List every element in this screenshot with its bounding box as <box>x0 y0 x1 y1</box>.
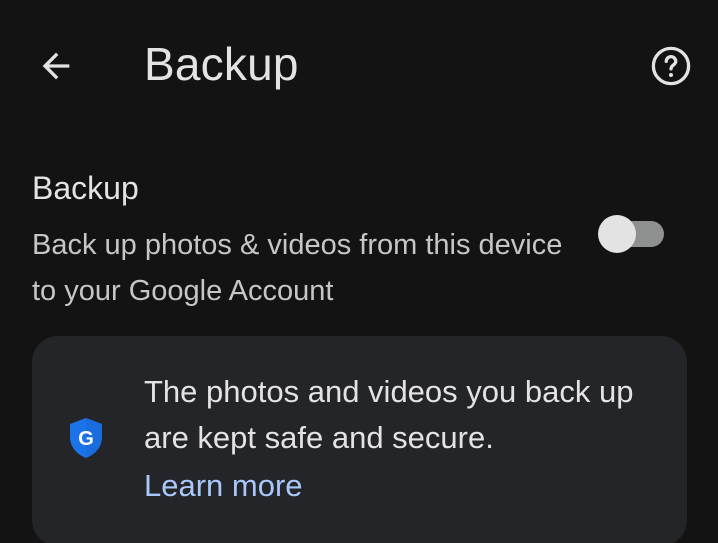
page-title: Backup <box>144 38 299 90</box>
svg-text:G: G <box>78 428 94 450</box>
backup-setting-title: Backup <box>32 170 139 206</box>
backup-setting-row[interactable]: Backup Back up photos & videos from this… <box>0 160 718 310</box>
backup-setting-description: Back up photos & videos from this device… <box>32 229 563 307</box>
info-card-text: The photos and videos you back up are ke… <box>144 374 634 455</box>
arrow-back-icon <box>42 52 70 80</box>
help-outline-icon <box>651 46 691 86</box>
top-app-bar: Backup <box>0 0 718 130</box>
google-shield-icon: G <box>70 418 102 458</box>
back-button[interactable] <box>30 40 82 92</box>
help-button[interactable] <box>645 40 697 92</box>
learn-more-link[interactable]: Learn more <box>144 463 303 509</box>
info-card: G The photos and videos you back up are … <box>32 336 687 543</box>
toggle-thumb <box>598 215 636 253</box>
backup-toggle[interactable] <box>598 213 666 253</box>
